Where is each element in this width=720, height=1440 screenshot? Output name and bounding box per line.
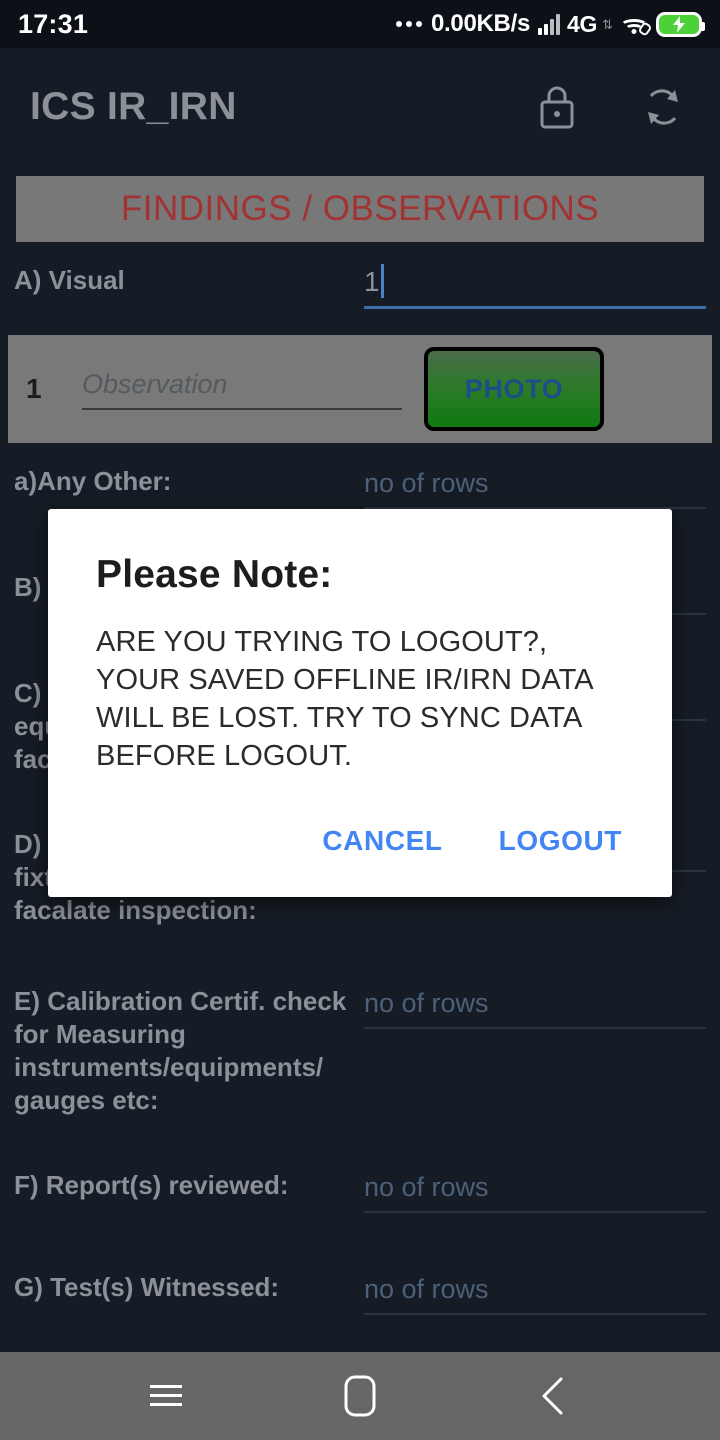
field-row-f: F) Report(s) reviewed: no of rows [0, 1169, 720, 1213]
data-arrows-icon: ⇅ [602, 16, 613, 32]
app-bar: ICS IR_IRN [0, 48, 720, 166]
dialog-message: ARE YOU TRYING TO LOGOUT?, YOUR SAVED OF… [96, 626, 593, 772]
field-placeholder: no of rows [364, 988, 489, 1018]
field-label: F) Report(s) reviewed: [14, 1170, 289, 1200]
chevron-left-icon[interactable] [517, 1359, 591, 1433]
field-placeholder: no of rows [364, 1274, 489, 1304]
field-label: G) Test(s) Witnessed: [14, 1272, 280, 1302]
field-value: 1 [364, 266, 380, 297]
field-row-g: G) Test(s) Witnessed: no of rows [0, 1271, 720, 1315]
field-label: A) Visual [14, 265, 125, 295]
status-bar: 17:31 0.00KB/s 4G ⇅ [0, 0, 720, 48]
battery-charging-icon [656, 11, 705, 37]
logout-dialog: Please Note: ARE YOU TRYING TO LOGOUT?, … [48, 509, 672, 897]
menu-icon[interactable] [129, 1359, 203, 1433]
photo-button-label: PHOTO [464, 373, 564, 404]
observation-row: 1 Observation PHOTO [8, 335, 712, 443]
system-nav-bar [0, 1352, 720, 1440]
observation-input[interactable]: Observation [82, 369, 402, 410]
status-icons: 0.00KB/s 4G ⇅ [396, 10, 705, 38]
rows-input-visual[interactable]: 1 [364, 264, 706, 309]
network-speed-text: 0.00KB/s [431, 10, 530, 37]
network-type-text: 4G [567, 10, 598, 37]
field-label: a)Any Other: [14, 466, 172, 496]
phone-screen: 17:31 0.00KB/s 4G ⇅ ICS IR_IRN FINDINGS … [0, 0, 720, 1440]
field-label: E) Calibration Certif. check for Measuri… [14, 986, 347, 1115]
observation-placeholder: Observation [82, 368, 228, 399]
status-clock: 17:31 [18, 8, 89, 39]
field-row-visual: A) Visual 1 [0, 264, 720, 309]
home-square-icon[interactable] [323, 1359, 397, 1433]
dialog-actions: CANCEL LOGOUT [96, 819, 636, 879]
sync-icon[interactable] [636, 80, 690, 134]
wifi-icon [619, 13, 653, 37]
field-row-e: E) Calibration Certif. check for Measuri… [0, 985, 720, 1117]
rows-input-any-other[interactable]: no of rows [364, 465, 706, 509]
photo-button[interactable]: PHOTO [424, 347, 604, 431]
findings-banner: FINDINGS / OBSERVATIONS [16, 176, 704, 242]
app-bar-actions [530, 80, 690, 134]
dialog-title: Please Note: [96, 553, 333, 596]
rows-input-g[interactable]: no of rows [364, 1271, 706, 1315]
rows-input-f[interactable]: no of rows [364, 1169, 706, 1213]
field-row-any-other: a)Any Other: no of rows [0, 465, 720, 509]
observation-index: 1 [26, 373, 42, 404]
lock-icon[interactable] [530, 80, 584, 134]
logout-button[interactable]: LOGOUT [495, 819, 626, 863]
banner-title: FINDINGS / OBSERVATIONS [120, 189, 600, 228]
text-caret [380, 264, 384, 298]
app-title: ICS IR_IRN [30, 85, 237, 128]
more-dots-icon [396, 21, 422, 27]
cancel-button[interactable]: CANCEL [318, 819, 446, 863]
field-placeholder: no of rows [364, 1172, 489, 1202]
field-placeholder: no of rows [364, 468, 489, 498]
signal-bars-icon [538, 13, 560, 35]
rows-input-e[interactable]: no of rows [364, 985, 706, 1029]
